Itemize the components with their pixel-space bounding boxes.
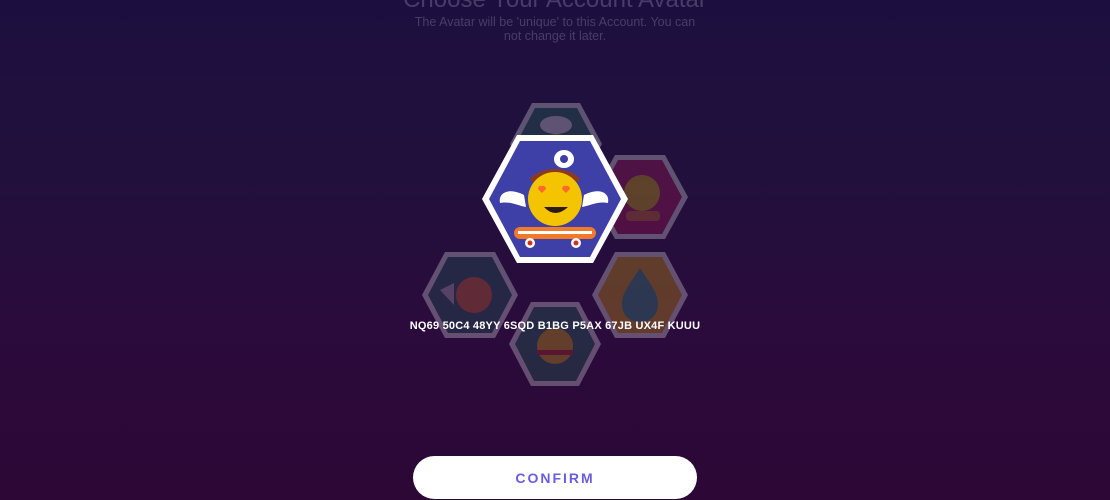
account-address: NQ69 50C4 48YY 6SQD B1BG P5AX 67JB UX4F …: [409, 320, 701, 332]
confirm-button[interactable]: CONFIRM: [413, 456, 697, 499]
angel-heart-eyes-skateboard-avatar-icon[interactable]: [480, 133, 630, 265]
guitar-smiley-avatar-icon[interactable]: [507, 300, 603, 388]
avatar-selector: [0, 0, 1110, 440]
